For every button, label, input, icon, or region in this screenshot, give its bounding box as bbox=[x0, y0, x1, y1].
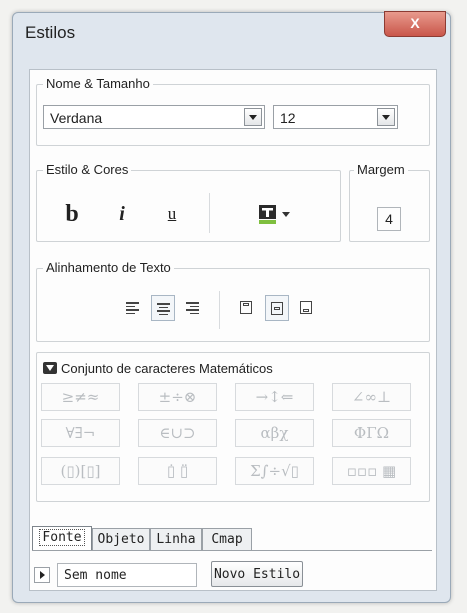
tab-fonte[interactable]: Fonte bbox=[32, 526, 92, 550]
text-color-button[interactable] bbox=[257, 203, 297, 225]
align-bottom-button[interactable] bbox=[295, 295, 319, 321]
align-right-icon bbox=[186, 302, 199, 316]
font-family-value: Verdana bbox=[50, 110, 103, 126]
tab-cmap[interactable]: Cmap bbox=[202, 528, 252, 550]
tab-label: Linha bbox=[156, 532, 196, 547]
tab-linha[interactable]: Linha bbox=[150, 528, 202, 550]
font-group-legend: Nome & Tamanho bbox=[43, 76, 153, 91]
math-characters-group: Conjunto de caracteres Matemáticos ≥≠≈ ±… bbox=[36, 352, 430, 502]
text-color-icon bbox=[259, 205, 290, 224]
tab-objeto[interactable]: Objeto bbox=[92, 528, 150, 550]
styles-panel: Nome & Tamanho Verdana 12 Estilo & Cores… bbox=[29, 69, 437, 591]
style-name-field[interactable]: Sem nome bbox=[57, 563, 197, 587]
tab-label: Cmap bbox=[211, 532, 243, 547]
style-group-legend: Estilo & Cores bbox=[43, 162, 132, 177]
style-list-toggle[interactable] bbox=[34, 567, 50, 583]
math-characters-label: Conjunto de caracteres Matemáticos bbox=[61, 361, 273, 376]
divider bbox=[219, 291, 220, 329]
new-style-button[interactable]: Novo Estilo bbox=[211, 561, 303, 587]
math-cell-greek-lower[interactable]: αβχ bbox=[235, 419, 314, 447]
align-bottom-icon bbox=[300, 301, 312, 314]
close-button[interactable]: X bbox=[384, 11, 446, 37]
tab-label: Objeto bbox=[97, 532, 145, 547]
math-cell-greek-upper[interactable]: ΦΓΩ bbox=[332, 419, 411, 447]
math-cell-operators[interactable]: ±÷⊗ bbox=[138, 383, 217, 411]
italic-button[interactable]: i bbox=[107, 199, 137, 229]
align-middle-button[interactable] bbox=[265, 295, 289, 321]
math-cell-matrices[interactable]: ▫▫▫ ▦ bbox=[332, 457, 411, 485]
style-colors-group: Estilo & Cores b i u bbox=[36, 162, 341, 242]
bold-button[interactable]: b bbox=[57, 199, 87, 229]
align-center-button[interactable] bbox=[151, 295, 175, 321]
font-size-select[interactable]: 12 bbox=[273, 105, 398, 129]
underline-button[interactable]: u bbox=[157, 199, 187, 229]
align-left-icon bbox=[126, 302, 139, 316]
align-top-icon bbox=[240, 301, 252, 314]
math-cell-geometry[interactable]: ∠∞⊥ bbox=[332, 383, 411, 411]
styles-window: Estilos X Nome & Tamanho Verdana 12 Esti… bbox=[12, 11, 451, 603]
divider bbox=[209, 193, 210, 233]
math-cell-brackets[interactable]: (▯)[▯] bbox=[41, 457, 120, 485]
window-title: Estilos bbox=[25, 23, 76, 42]
text-alignment-group: Alinhamento de Texto bbox=[36, 260, 430, 342]
math-cell-sets[interactable]: ∈∪⊃ bbox=[138, 419, 217, 447]
align-top-button[interactable] bbox=[235, 295, 259, 321]
margin-group-legend: Margem bbox=[354, 162, 408, 177]
math-cell-arrows[interactable]: →↕⇐ bbox=[235, 383, 314, 411]
font-name-size-group: Nome & Tamanho Verdana 12 bbox=[36, 76, 430, 146]
math-cell-accents[interactable]: ▯̇ ▯̈ bbox=[138, 457, 217, 485]
margin-group: Margem 4 bbox=[349, 162, 430, 242]
margin-input[interactable]: 4 bbox=[377, 207, 401, 231]
alignment-group-legend: Alinhamento de Texto bbox=[43, 260, 174, 275]
math-characters-toggle[interactable]: Conjunto de caracteres Matemáticos bbox=[43, 361, 273, 376]
chevron-down-icon[interactable] bbox=[43, 362, 57, 374]
align-center-icon bbox=[157, 303, 170, 317]
chevron-down-icon[interactable] bbox=[244, 108, 262, 126]
math-cell-calculus[interactable]: Σ∫÷√▯ bbox=[235, 457, 314, 485]
align-left-button[interactable] bbox=[121, 295, 145, 321]
math-cell-relations[interactable]: ≥≠≈ bbox=[41, 383, 120, 411]
align-middle-icon bbox=[271, 302, 283, 315]
tab-label: Fonte bbox=[39, 529, 85, 546]
tab-strip-line bbox=[32, 550, 432, 551]
font-size-value: 12 bbox=[280, 110, 296, 126]
math-cell-logic[interactable]: ∀∃¬ bbox=[41, 419, 120, 447]
font-family-select[interactable]: Verdana bbox=[43, 105, 265, 129]
align-right-button[interactable] bbox=[181, 295, 205, 321]
chevron-down-icon[interactable] bbox=[377, 108, 395, 126]
